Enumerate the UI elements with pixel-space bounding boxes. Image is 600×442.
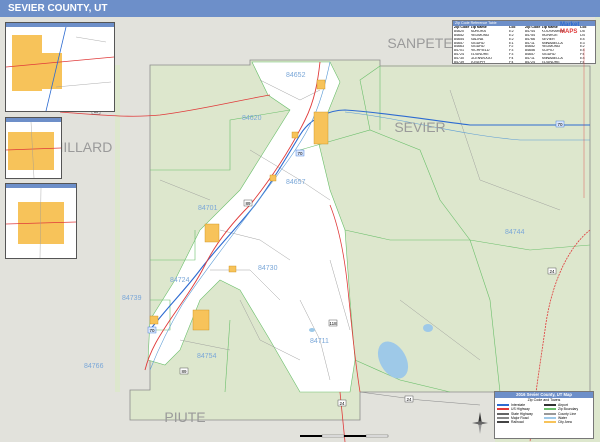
highway-shield-number: 24 <box>406 397 412 402</box>
map-title: SEVIER COUNTY, UT <box>0 0 600 17</box>
legend-swatch <box>544 404 556 407</box>
inset-map-drawing <box>6 121 61 178</box>
lake <box>423 324 433 332</box>
zip-label: 84711 <box>310 338 329 345</box>
highway-shield-number: 24 <box>339 401 345 406</box>
county-label: SANPETE <box>387 35 452 51</box>
logo-text: MAPS <box>560 29 577 35</box>
zip-label: 84701 <box>198 205 218 212</box>
zip-label: 84657 <box>286 179 306 186</box>
inset-map-drawing <box>6 26 114 111</box>
city-area <box>149 315 159 325</box>
city-area <box>313 111 329 145</box>
zip-table-column: Zip Code Zip Name Loc 84620 AURORA E2 84652 RED… <box>453 26 524 64</box>
zip-table-cell: 84724 <box>525 61 535 64</box>
zip-label: 84766 <box>84 363 104 370</box>
county-label: SEVIER <box>394 119 445 135</box>
zip-label: 84620 <box>242 115 262 122</box>
zip-label: 84739 <box>122 295 142 302</box>
neighbor-county-area <box>120 17 150 442</box>
legend-label: Railroad <box>511 420 524 425</box>
highway-shield: 70 <box>295 149 305 157</box>
highway-shield: 89 <box>243 199 253 207</box>
logo-text: Market <box>560 22 579 28</box>
legend-swatch <box>544 408 556 411</box>
highway-shield: 70 <box>147 326 157 334</box>
legend-swatch <box>544 421 556 424</box>
inset-map[interactable] <box>5 183 77 259</box>
zip-table-cell: JOSEPH <box>470 61 485 64</box>
legend-swatch <box>544 417 556 420</box>
city-area <box>192 309 210 331</box>
compass-rose-icon <box>472 412 488 434</box>
lake <box>309 328 315 332</box>
inset-city-area <box>12 35 42 91</box>
legend-swatch <box>497 404 509 407</box>
inset-map-drawing <box>6 187 76 258</box>
map-legend: 2016 Sevier County, UT Map Zip Code and … <box>494 391 594 439</box>
highway-shield-number: 70 <box>149 328 155 333</box>
highway-shield-number: 24 <box>549 269 555 274</box>
highway-shield-number: 118 <box>329 321 337 326</box>
legend-item: City Area <box>544 420 591 424</box>
city-area <box>228 265 237 273</box>
legend-swatch <box>497 412 509 415</box>
zip-label: 84754 <box>197 353 217 360</box>
city-area <box>269 174 277 182</box>
zip-table-row: 84739 JOSEPH F4 <box>454 61 523 64</box>
highway-shield: 24 <box>337 399 347 407</box>
highway-shield: 24 <box>547 267 557 275</box>
market-maps-logo: Market MAPS <box>556 18 596 198</box>
highway-shield: 89 <box>179 367 189 375</box>
inset-map[interactable] <box>5 117 62 179</box>
legend-swatch <box>497 408 509 411</box>
city-area <box>316 79 326 90</box>
highway-shield: 118 <box>328 319 338 327</box>
highway-shield-number: 70 <box>297 151 303 156</box>
legend-items: Interstate Airport US Highway Zip Boundary S… <box>495 403 593 424</box>
highway-shield-number: 89 <box>181 369 187 374</box>
legend-item: Railroad <box>497 420 544 424</box>
legend-swatch <box>497 417 509 420</box>
county-label: PIUTE <box>164 409 205 425</box>
zip-label: 84652 <box>286 72 306 79</box>
zip-table-cell: 84739 <box>454 61 464 64</box>
legend-swatch <box>497 421 509 424</box>
city-area <box>291 131 299 139</box>
highway-shield: 24 <box>404 395 414 403</box>
zip-table-cell: F4 <box>509 61 514 64</box>
legend-swatch <box>544 412 556 415</box>
inset-map[interactable] <box>5 22 115 112</box>
zip-label: 84724 <box>170 277 190 284</box>
zip-label: 84744 <box>505 229 525 236</box>
scale-bar <box>300 434 389 438</box>
city-area <box>204 223 220 243</box>
map-frame: SEVIER COUNTY, UT SANPETE SEVIER MILLARD… <box>0 0 600 442</box>
legend-label: City Area <box>558 420 572 425</box>
inset-city-area <box>8 132 54 170</box>
highway-shield-number: 89 <box>245 201 251 206</box>
logo-graphic: Market MAPS <box>560 22 585 198</box>
inset-city-area <box>42 53 62 89</box>
zip-label: 84730 <box>258 265 278 272</box>
